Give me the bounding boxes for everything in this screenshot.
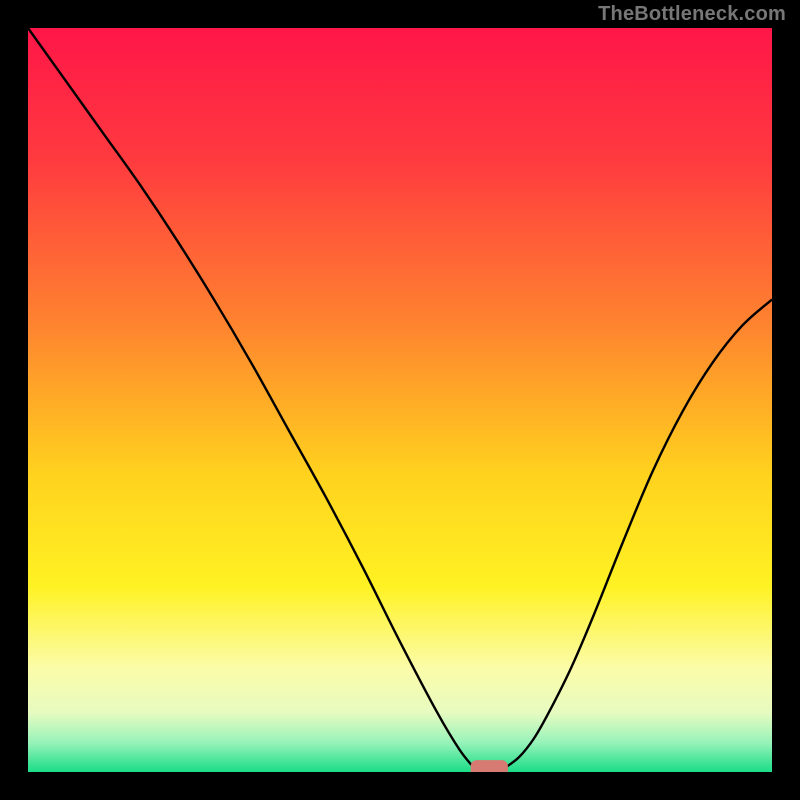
chart-frame: TheBottleneck.com (0, 0, 800, 800)
plot-area (28, 28, 772, 772)
watermark-text: TheBottleneck.com (598, 3, 786, 26)
gradient-background (28, 28, 772, 772)
optimum-marker (471, 760, 508, 772)
chart-svg (28, 28, 772, 772)
